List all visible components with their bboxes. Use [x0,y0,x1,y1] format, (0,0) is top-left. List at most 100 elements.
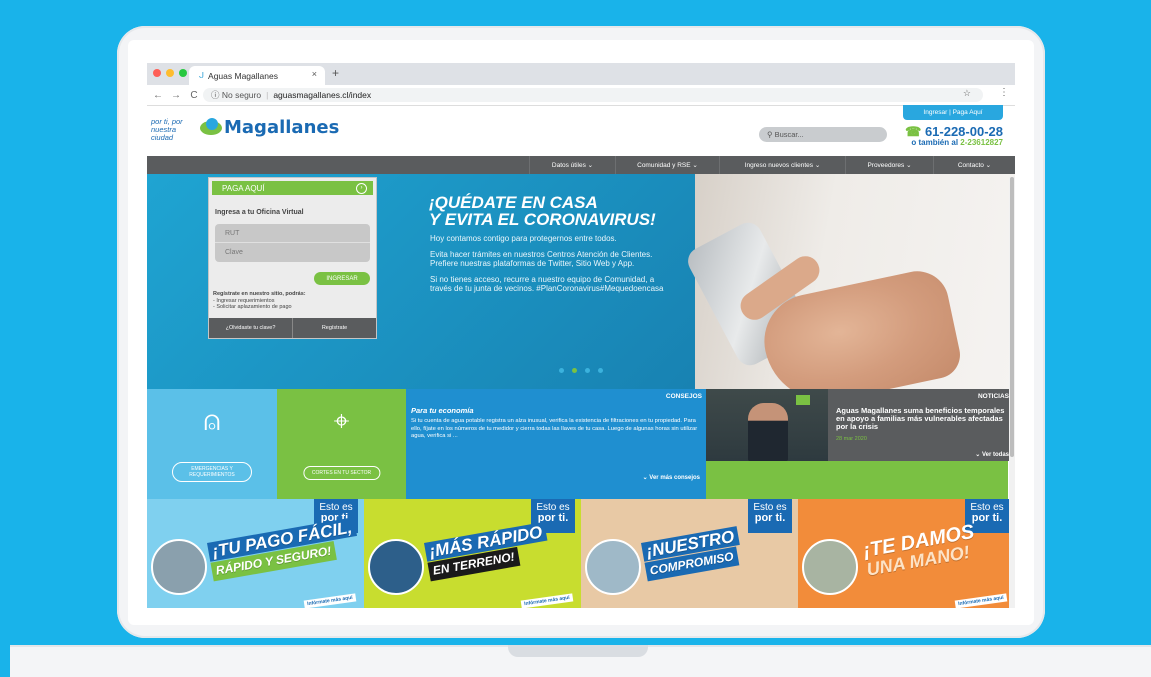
chevron-right-icon[interactable]: › [356,183,367,194]
hero-paragraph: Hoy contamos contigo para protegernos en… [430,234,617,243]
forward-icon[interactable]: → [169,90,183,101]
informate-link[interactable]: Infórmate más aquí [303,593,357,608]
search-input[interactable]: ⚲ Buscar... [759,127,887,142]
person-photo [748,403,788,461]
phone-alt-prefix: o también al [911,138,959,147]
avatar [368,539,424,595]
cortes-tile[interactable]: ⌖ CORTES EN TU SECTOR [277,389,406,499]
green-strip [706,461,1008,499]
rut-input[interactable]: RUT [215,224,370,243]
news-photo[interactable] [706,389,828,461]
info-icon: ⓘ [211,90,222,100]
informate-link[interactable]: Infórmate más aquí [954,593,1008,608]
bookmark-star-icon[interactable]: ☆ [963,88,971,99]
banner-compromiso[interactable]: Esto es por ti. ¡NUESTRO COMPROMISO [581,499,798,608]
pay-box-subtitle: Ingresa a tu Oficina Virtual [215,209,304,216]
close-window-icon[interactable] [153,69,161,77]
flag-image [796,395,810,405]
avatar [802,539,858,595]
minimize-window-icon[interactable] [166,69,174,77]
browser-tab[interactable]: ᒍ Aguas Magallanes × [189,66,325,85]
nav-comunidad[interactable]: Comunidad y RSE ⌄ [615,156,719,174]
informate-link[interactable]: Infórmate más aquí [520,593,574,608]
hero-title: ¡QUÉDATE EN CASA Y EVITA EL CORONAVIRUS! [429,194,656,228]
search-icon: ⚲ [767,130,775,139]
banner-te-damos-una-mano[interactable]: Esto es por ti. ¡TE DAMOS UNA MANO! Infó… [798,499,1015,608]
consejos-body: Si tu cuenta de agua potable registra un… [411,418,698,439]
site-tagline: por ti, por nuestra ciudad [151,117,183,142]
address-bar: ← → C ⓘ No seguro | aguasmagallanes.cl/i… [147,85,1015,106]
back-icon[interactable]: ← [151,90,165,101]
hero-text: Hoy contamos contigo para protegernos en… [430,234,678,300]
emergencias-tile[interactable]: ⍝ EMERGENCIAS Y REQUERIMIENTOS [147,389,277,499]
alarm-light-icon: ⍝ [203,405,221,436]
noticias-tile[interactable]: NOTICIAS Aguas Magallanes suma beneficio… [706,389,1015,499]
register-note-item: - Ingresar requerimientos [213,297,275,304]
login-pay-button[interactable]: Ingresar | Paga Aquí [903,105,1003,120]
search-placeholder: Buscar... [774,130,804,139]
cortes-button[interactable]: CORTES EN TU SECTOR [302,466,381,480]
clave-input[interactable]: Clave [215,243,370,261]
consejos-tag: CONSEJOS [665,393,702,400]
main-nav: Datos útiles ⌄ Comunidad y RSE ⌄ Ingreso… [147,156,1015,174]
map-pin-icon: ⌖ [333,405,350,436]
hero-banner: PAGA AQUÍ › Ingresa a tu Oficina Virtual… [147,174,1015,389]
carousel-dot[interactable] [585,368,590,373]
banner-pago-facil[interactable]: Esto es por ti. ¡TU PAGO FÁCIL, RÁPIDO Y… [147,499,364,608]
close-tab-icon[interactable]: × [312,69,317,79]
banner-slogan: ¡TE DAMOS UNA MANO! [858,521,983,580]
pay-login-fields: RUT Clave [215,224,370,262]
banner-slogan: ¡NUESTRO COMPROMISO [641,526,743,582]
carousel-dot[interactable] [572,368,577,373]
window-controls [153,69,187,77]
tab-title: Aguas Magallanes [208,70,278,81]
menu-icon[interactable]: ⋮ [999,87,1009,98]
ingresar-button[interactable]: INGRESAR [314,272,370,285]
banner-mas-rapido[interactable]: Esto es por ti. ¡MÁS RÁPIDO EN TERRENO! … [364,499,581,608]
noticias-date: 28 mar 2020 [836,436,867,442]
noticias-tag: NOTICIAS [977,393,1009,400]
banner-slogan: ¡MÁS RÁPIDO EN TERRENO! [424,521,551,582]
register-note-item: - Solicitar aplazamiento de pago [213,304,292,310]
reload-icon[interactable]: C [187,90,201,101]
banner-slogan: ¡TU PAGO FÁCIL, RÁPIDO Y SEGURO! [207,517,361,582]
site-logo[interactable]: Magallanes [200,117,339,138]
ver-todas-link[interactable]: ⌄ Ver todas [975,451,1009,458]
logo-drop-icon [200,117,222,135]
porti-text: por ti. [754,512,786,524]
avatar [585,539,641,595]
emergencias-button[interactable]: EMERGENCIAS Y REQUERIMIENTOS [172,462,252,482]
register-note-title: Regístrate en nuestro sitio, podrás: [213,291,306,297]
new-tab-button[interactable]: + [332,66,339,80]
pay-box-title: PAGA AQUÍ [222,183,265,193]
carousel-dot[interactable] [559,368,564,373]
esto-es-badge: Esto es por ti. [748,499,792,533]
register-button[interactable]: Regístrate [292,318,376,338]
url-text: aguasmagallanes.cl/index [273,90,372,100]
noticias-headline[interactable]: Aguas Magallanes suma beneficios tempora… [836,407,1008,431]
ver-mas-consejos-link[interactable]: ⌄ Ver más consejos [643,474,700,481]
avatar [151,539,207,595]
nav-proveedores[interactable]: Proveedores ⌄ [845,156,933,174]
url-divider: | [266,90,269,100]
browser-window: ᒍ Aguas Magallanes × + ← → C ⓘ No seguro… [147,63,1015,608]
consejos-title: Para tu economía [411,406,474,415]
scrollbar-thumb[interactable] [1010,177,1014,457]
carousel-dots [559,368,603,373]
nav-contacto[interactable]: Contacto ⌄ [933,156,1015,174]
laptop-notch [508,645,648,657]
page-scrollbar[interactable] [1009,177,1015,608]
hero-paragraph: Evita hacer trámites en nuestros Centros… [430,249,653,269]
hero-title-line: Y EVITA EL CORONAVIRUS! [429,210,656,229]
nav-datos-utiles[interactable]: Datos útiles ⌄ [529,156,615,174]
pay-box-header[interactable]: PAGA AQUÍ › [212,181,373,195]
tab-strip: ᒍ Aguas Magallanes × + [147,63,1015,85]
carousel-dot[interactable] [598,368,603,373]
consejos-tile[interactable]: CONSEJOS Para tu economía Si tu cuenta d… [406,389,706,508]
url-input[interactable]: ⓘ No seguro | aguasmagallanes.cl/index [203,88,983,102]
maximize-window-icon[interactable] [179,69,187,77]
security-label: No seguro [221,90,262,100]
contact-phone: ☎ 61-228-00-28 o también al 2-23612827 [905,125,1003,148]
forgot-password-button[interactable]: ¿Olvidaste tu clave? [209,318,292,338]
nav-ingreso-clientes[interactable]: Ingreso nuevos clientes ⌄ [719,156,845,174]
